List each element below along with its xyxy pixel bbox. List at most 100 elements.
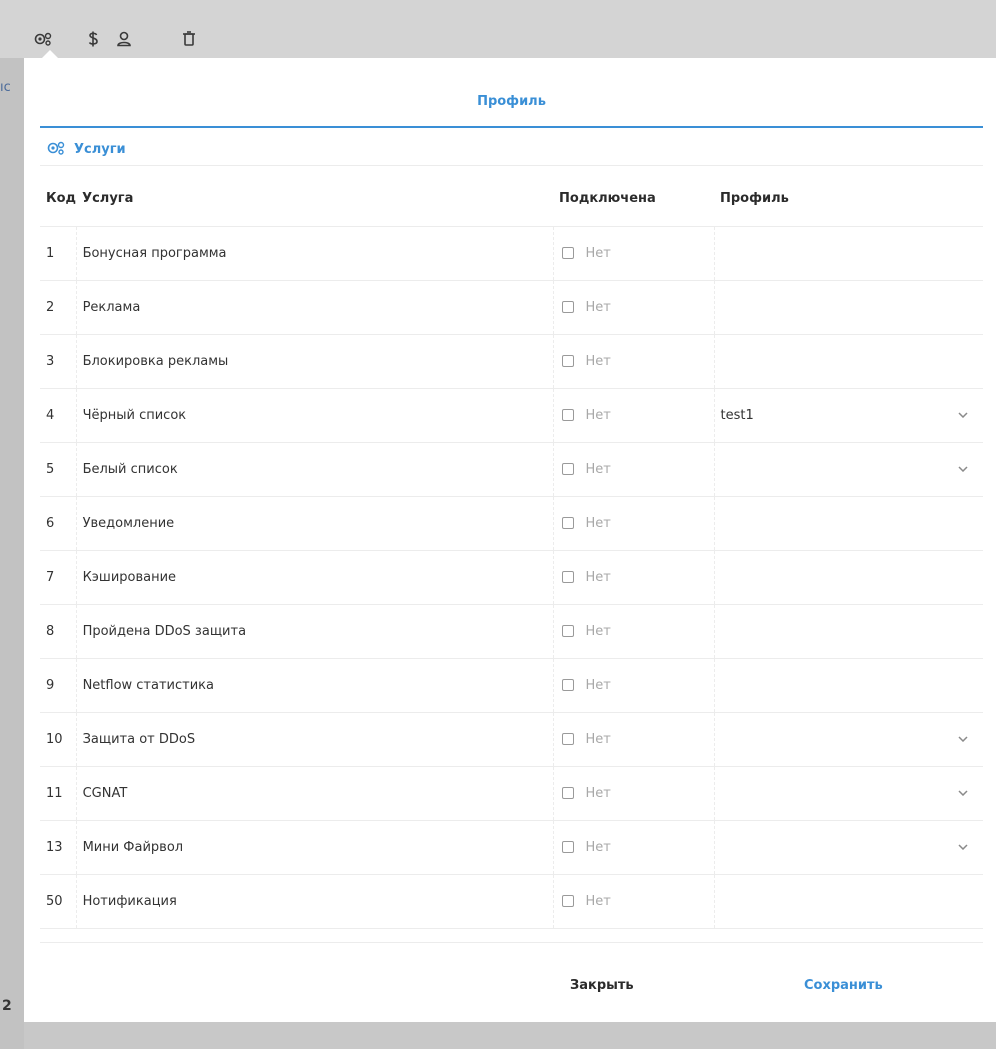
service-code: 9 <box>40 658 77 713</box>
connected-checkbox[interactable] <box>561 247 574 259</box>
connected-checkbox[interactable] <box>561 571 574 583</box>
service-code: 3 <box>40 334 77 389</box>
connected-cell: Нет <box>552 658 714 713</box>
profile-cell <box>713 658 983 713</box>
column-header-profile: Профиль <box>714 172 983 227</box>
table-row: 9 Netflow статистика Нет <box>40 658 983 713</box>
table-row: 10 Защита от DDoS Нет <box>40 712 983 767</box>
connected-cell: Нет <box>552 820 714 875</box>
dollar-icon[interactable] <box>82 28 104 50</box>
services-icon <box>46 140 66 160</box>
connected-label: Нет <box>585 245 611 261</box>
app-sidebar: ıc 2 <box>0 58 24 1049</box>
service-name: Бонусная программа <box>75 226 554 281</box>
close-button[interactable]: Закрыть <box>570 978 634 993</box>
service-name: Netflow статистика <box>75 658 554 713</box>
connected-cell: Нет <box>552 280 714 335</box>
chevron-down-icon[interactable] <box>957 409 969 421</box>
services-table: Код Услуга Подключена Профиль 1 Бонусная … <box>40 172 983 929</box>
table-row: 11 CGNAT Нет <box>40 766 983 821</box>
app-footer <box>24 1022 996 1049</box>
profile-select[interactable] <box>713 712 983 767</box>
connected-checkbox[interactable] <box>561 895 574 907</box>
user-icon[interactable] <box>113 28 135 50</box>
profile-cell <box>713 280 983 335</box>
service-code: 5 <box>40 442 77 497</box>
table-row: 6 Уведомление Нет <box>40 496 983 551</box>
connected-checkbox[interactable] <box>561 301 574 313</box>
connected-cell: Нет <box>552 766 714 821</box>
service-code: 13 <box>40 820 77 875</box>
profile-select[interactable] <box>713 766 983 821</box>
connected-cell: Нет <box>552 604 714 659</box>
chevron-down-icon[interactable] <box>957 841 969 853</box>
connected-label: Нет <box>585 785 611 801</box>
service-code: 11 <box>40 766 77 821</box>
connected-checkbox[interactable] <box>561 463 574 475</box>
connected-checkbox[interactable] <box>561 355 574 367</box>
table-row: 4 Чёрный список Нет test1 <box>40 388 983 443</box>
table-row: 8 Пройдена DDoS защита Нет <box>40 604 983 659</box>
service-name: Чёрный список <box>75 388 554 443</box>
service-name: Белый список <box>75 442 554 497</box>
service-name: CGNAT <box>75 766 554 821</box>
services-icon[interactable] <box>32 28 54 50</box>
profile-select[interactable] <box>713 442 983 497</box>
service-code: 1 <box>40 226 77 281</box>
service-name: Пройдена DDoS защита <box>75 604 554 659</box>
connected-label: Нет <box>585 677 611 693</box>
profile-cell <box>713 604 983 659</box>
table-header-row: Код Услуга Подключена Профиль <box>40 172 983 227</box>
column-header-code: Код <box>40 172 77 227</box>
table-row: 5 Белый список Нет <box>40 442 983 497</box>
section-title: Услуги <box>74 142 126 157</box>
service-code: 50 <box>40 874 77 929</box>
table-row: 1 Бонусная программа Нет <box>40 226 983 281</box>
trash-icon[interactable] <box>178 28 200 50</box>
modal-tabs: Профиль <box>40 58 983 128</box>
connected-cell: Нет <box>552 334 714 389</box>
connected-label: Нет <box>585 299 611 315</box>
connected-label: Нет <box>585 569 611 585</box>
table-row: 2 Реклама Нет <box>40 280 983 335</box>
background-text-fragment: 2 <box>2 998 12 1014</box>
connected-checkbox[interactable] <box>561 841 574 853</box>
tab-profile[interactable]: Профиль <box>40 94 983 109</box>
profile-select[interactable]: test1 <box>713 388 983 443</box>
connected-cell: Нет <box>552 550 714 605</box>
table-row: 7 Кэширование Нет <box>40 550 983 605</box>
chevron-down-icon[interactable] <box>957 787 969 799</box>
profile-cell <box>713 334 983 389</box>
connected-checkbox[interactable] <box>561 517 574 529</box>
connected-checkbox[interactable] <box>561 625 574 637</box>
connected-label: Нет <box>585 623 611 639</box>
connected-checkbox[interactable] <box>561 679 574 691</box>
profile-select[interactable] <box>713 820 983 875</box>
services-section-header: Услуги <box>40 134 983 166</box>
profile-value: test1 <box>720 407 754 423</box>
connected-label: Нет <box>585 515 611 531</box>
connected-cell: Нет <box>552 712 714 767</box>
service-code: 6 <box>40 496 77 551</box>
save-button[interactable]: Сохранить <box>804 978 883 993</box>
service-name: Мини Файрвол <box>75 820 554 875</box>
service-name: Нотификация <box>75 874 554 929</box>
footer-divider <box>40 942 983 943</box>
service-code: 4 <box>40 388 77 443</box>
popover-pointer <box>42 50 58 58</box>
connected-label: Нет <box>585 353 611 369</box>
connected-cell: Нет <box>552 874 714 929</box>
connected-checkbox[interactable] <box>561 409 574 421</box>
connected-label: Нет <box>585 893 611 909</box>
table-row: 13 Мини Файрвол Нет <box>40 820 983 875</box>
connected-cell: Нет <box>552 496 714 551</box>
connected-label: Нет <box>585 731 611 747</box>
service-code: 2 <box>40 280 77 335</box>
connected-checkbox[interactable] <box>561 733 574 745</box>
connected-checkbox[interactable] <box>561 787 574 799</box>
connected-cell: Нет <box>552 226 714 281</box>
service-code: 8 <box>40 604 77 659</box>
chevron-down-icon[interactable] <box>957 733 969 745</box>
chevron-down-icon[interactable] <box>957 463 969 475</box>
connected-label: Нет <box>585 461 611 477</box>
